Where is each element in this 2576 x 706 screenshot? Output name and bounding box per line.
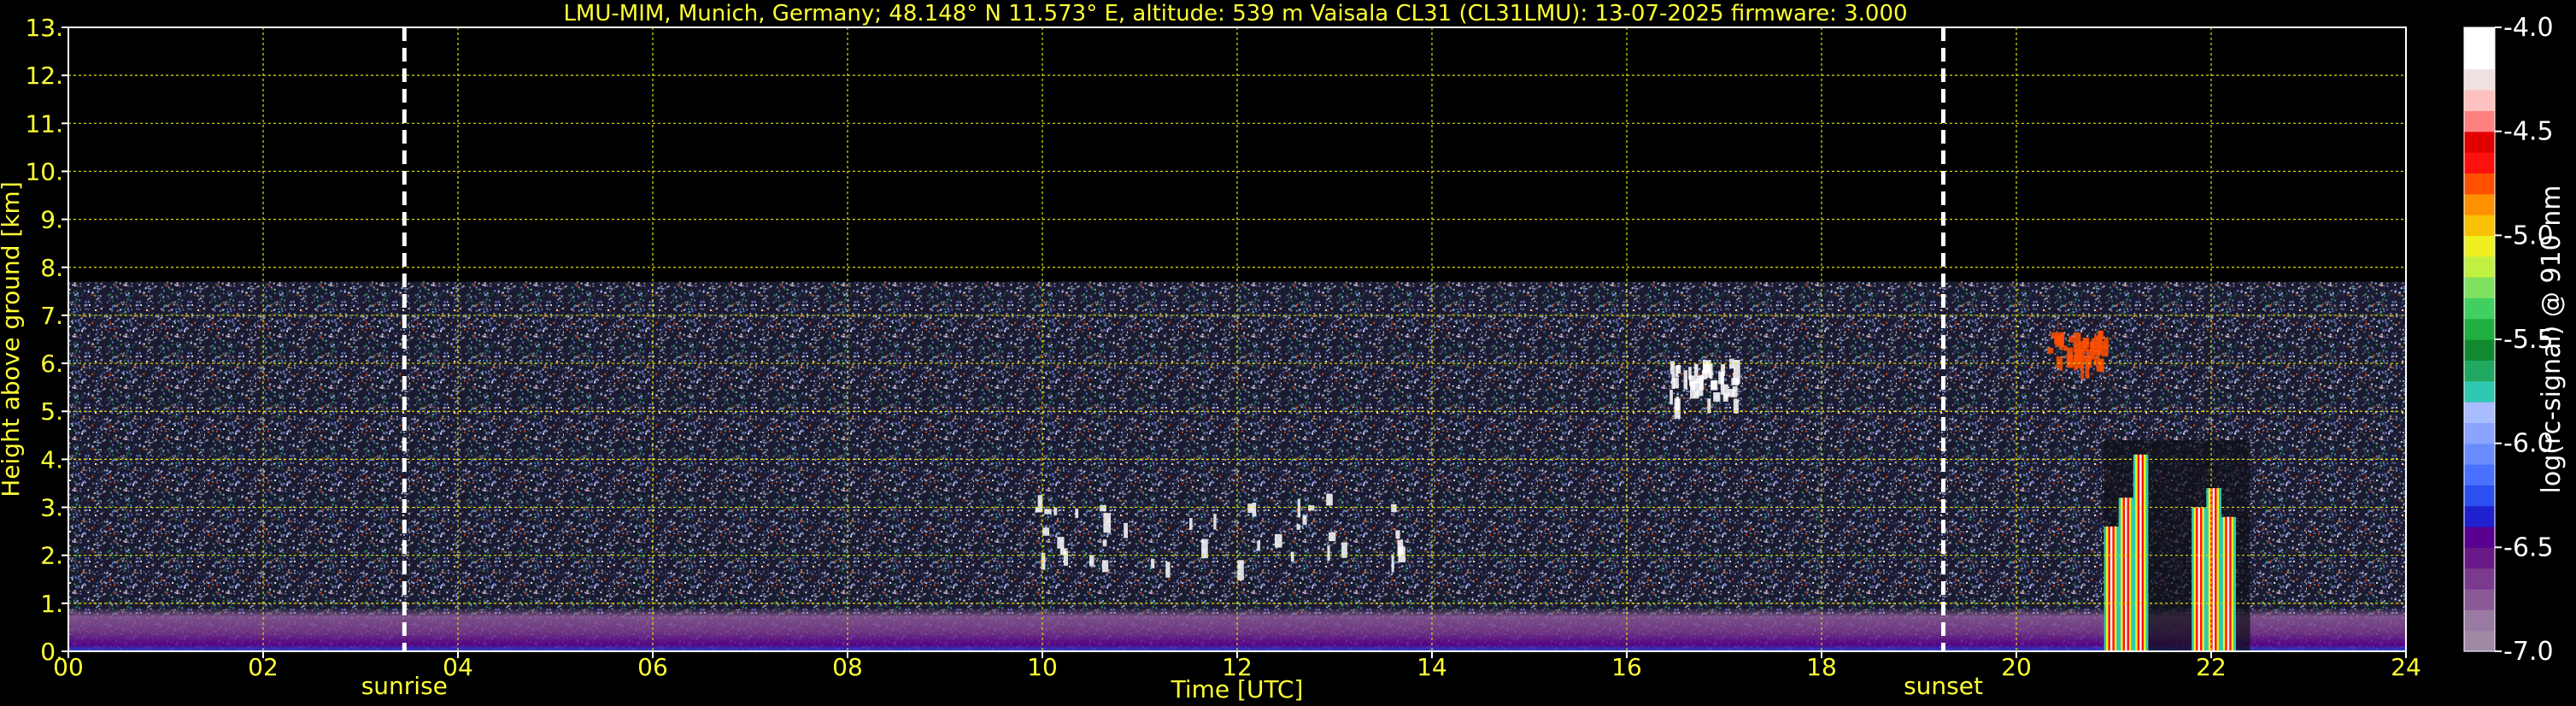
x-tick-label: 08 xyxy=(832,653,863,681)
colorbar-segment xyxy=(2464,630,2495,652)
colorbar-segment xyxy=(2464,547,2495,569)
colorbar-tick-label: -4.0 xyxy=(2503,13,2554,43)
y-tick-label: 7. xyxy=(40,302,63,330)
colorbar-segment xyxy=(2464,131,2495,153)
y-tick-label: 12. xyxy=(25,62,63,90)
colorbar-segment xyxy=(2464,443,2495,465)
y-tick-label: 6. xyxy=(40,350,63,378)
colorbar-label: log(rc-signal) @ 910 nm xyxy=(2537,185,2567,494)
x-tick-label: 16 xyxy=(1611,653,1642,681)
x-tick-label: 04 xyxy=(443,653,473,681)
x-tick-label: 00 xyxy=(53,653,84,681)
colorbar-segment xyxy=(2464,48,2495,70)
colorbar-segment xyxy=(2464,318,2495,340)
colorbar-tick-label: -6.5 xyxy=(2503,532,2554,562)
colorbar-segment xyxy=(2464,277,2495,298)
y-tick-label: 11. xyxy=(25,109,63,138)
x-tick-label: 20 xyxy=(2001,653,2032,681)
x-tick-label: 06 xyxy=(637,653,668,681)
colorbar-segment xyxy=(2464,422,2495,444)
colorbar-segment xyxy=(2464,68,2495,91)
x-tick-label: 24 xyxy=(2391,653,2421,681)
x-tick-label: 14 xyxy=(1417,653,1447,681)
chart-title: LMU-MIM, Munich, Germany; 48.148° N 11.5… xyxy=(563,1,1907,26)
y-tick-label: 2. xyxy=(40,542,63,570)
colorbar-segment xyxy=(2464,485,2495,507)
y-tick-label: 4. xyxy=(40,445,63,474)
colorbar-segment xyxy=(2464,173,2495,195)
y-tick-label: 8. xyxy=(40,254,63,282)
y-tick-label: 9. xyxy=(40,206,63,234)
x-tick-label: 10 xyxy=(1027,653,1058,681)
colorbar-segment xyxy=(2464,27,2495,49)
y-axis-label: Height above ground [km] xyxy=(0,181,25,497)
marker-label-sunset: sunset xyxy=(1904,672,1983,700)
colorbar-segment xyxy=(2464,297,2495,320)
colorbar-segment xyxy=(2464,589,2495,610)
colorbar-segment xyxy=(2464,360,2495,382)
x-tick-label: 18 xyxy=(1806,653,1837,681)
y-tick-label: 1. xyxy=(40,590,63,618)
y-tick-label: 10. xyxy=(25,157,63,185)
colorbar-tick-label: -7.0 xyxy=(2503,637,2554,667)
x-tick-label: 02 xyxy=(248,653,279,681)
colorbar-segment xyxy=(2464,235,2495,257)
colorbar-segment xyxy=(2464,215,2495,236)
ceilometer-chart: LMU-MIM, Munich, Germany; 48.148° N 11.5… xyxy=(0,0,2576,706)
colorbar-segment xyxy=(2464,505,2495,527)
colorbar-segment xyxy=(2464,527,2495,548)
colorbar-segment xyxy=(2464,339,2495,361)
x-axis-label: Time [UTC] xyxy=(1171,675,1304,703)
y-tick-label: 3. xyxy=(40,494,63,522)
colorbar-segment xyxy=(2464,609,2495,632)
colorbar-segment xyxy=(2464,256,2495,278)
colorbar-segment xyxy=(2464,568,2495,590)
x-tick-label: 22 xyxy=(2196,653,2227,681)
marker-label-sunrise: sunrise xyxy=(361,672,448,700)
colorbar-tick-label: -4.5 xyxy=(2503,117,2554,147)
cloud-feature xyxy=(2104,439,2250,651)
y-tick-label: 13. xyxy=(25,14,63,42)
plot-area: sunrise sunset xyxy=(67,26,2407,700)
colorbar-segment xyxy=(2464,90,2495,111)
y-tick-label: 5. xyxy=(40,397,63,426)
colorbar-segment xyxy=(2464,402,2495,423)
colorbar-segment xyxy=(2464,110,2495,132)
colorbar-segment xyxy=(2464,464,2495,485)
colorbar-segment xyxy=(2464,152,2495,174)
colorbar-segment xyxy=(2464,193,2495,215)
colorbar-segment xyxy=(2464,380,2495,403)
